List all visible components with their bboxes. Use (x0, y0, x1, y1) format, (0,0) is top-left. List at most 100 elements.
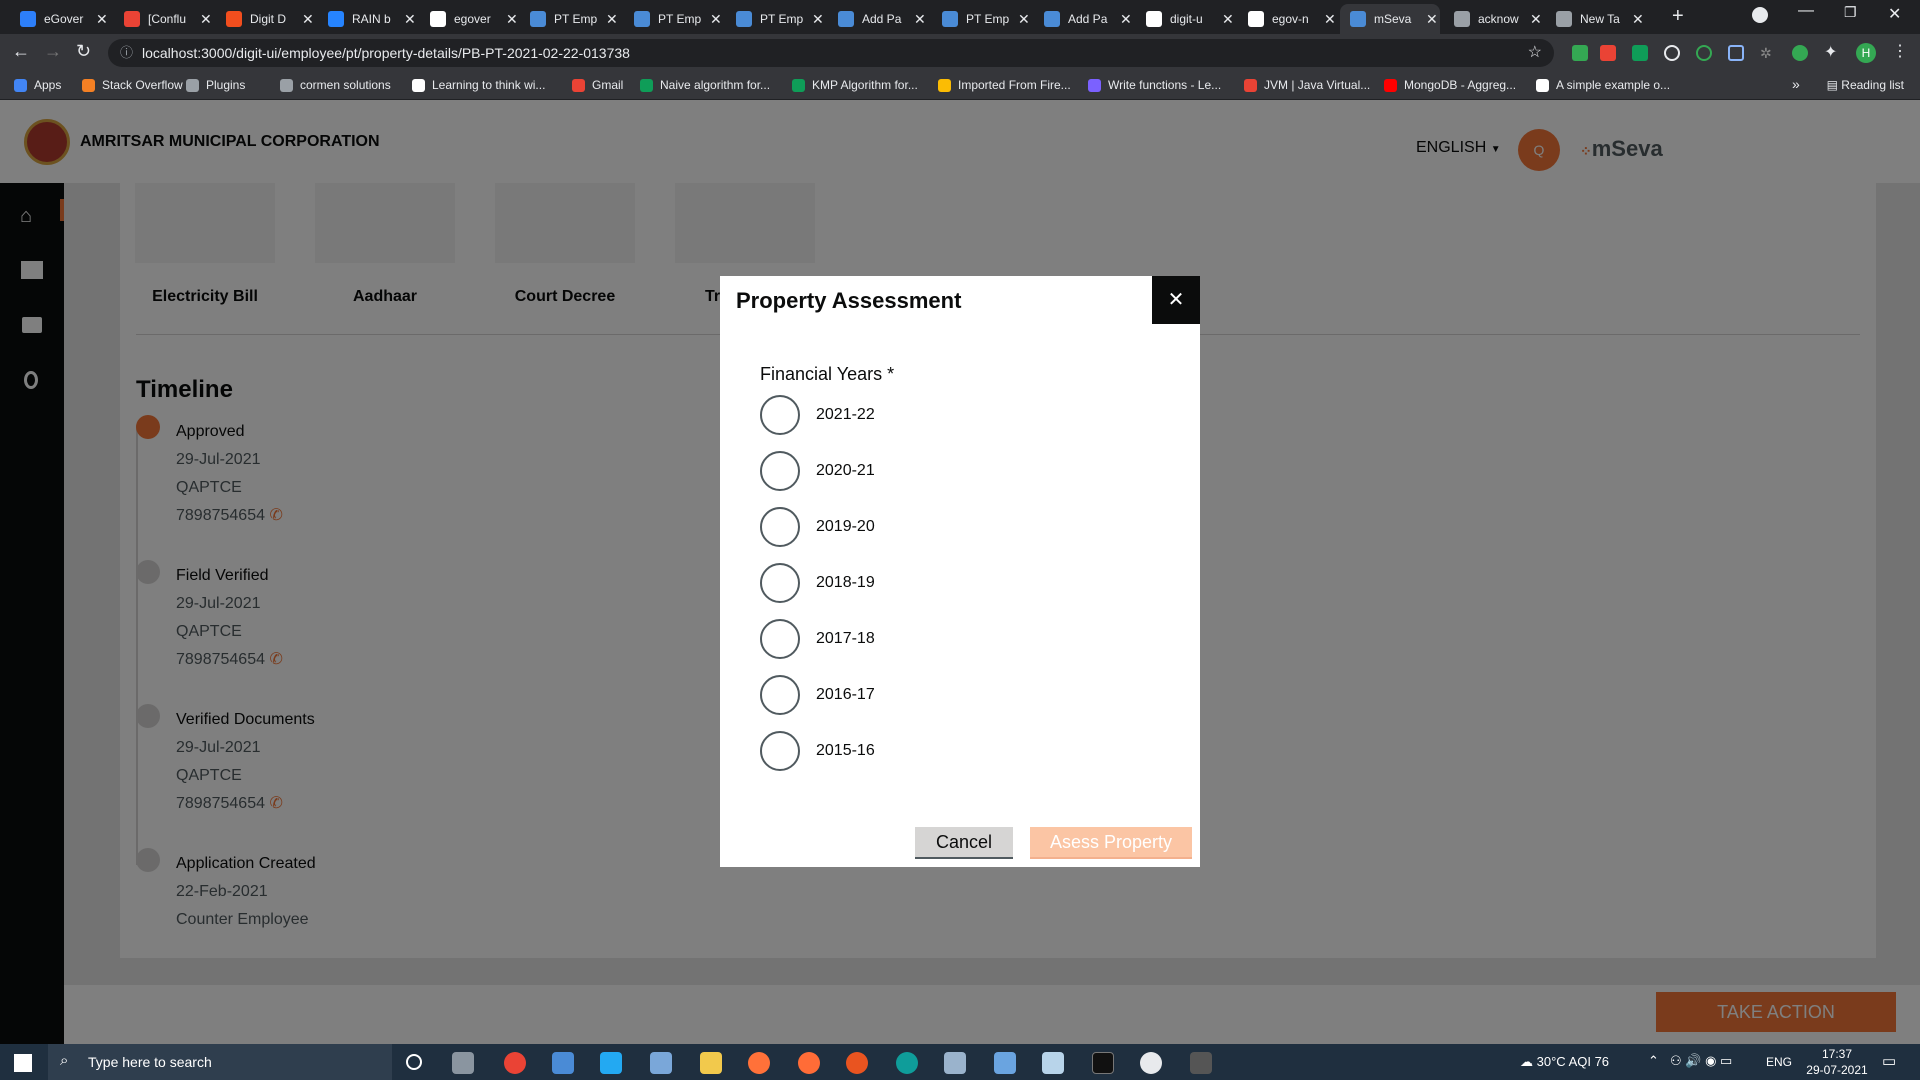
restore-icon[interactable]: ❐ (1844, 4, 1857, 21)
tray-icons[interactable]: ⚇ 🔊 ◉ ▭ (1670, 1053, 1732, 1069)
terminal-icon[interactable] (1092, 1052, 1114, 1074)
address-bar[interactable]: ⓘ localhost:3000/digit-ui/employee/pt/pr… (108, 39, 1554, 67)
extension-refresh-icon[interactable] (1664, 45, 1680, 61)
bookmark-item[interactable]: Imported From Fire... (938, 78, 1071, 92)
tab-close-icon[interactable]: ✕ (1120, 11, 1132, 28)
tab-close-icon[interactable]: ✕ (200, 11, 212, 28)
network-tool-icon[interactable] (650, 1052, 672, 1074)
tab-close-icon[interactable]: ✕ (1222, 11, 1234, 28)
radio-button[interactable] (760, 507, 800, 547)
assess-property-button[interactable]: Asess Property (1030, 827, 1192, 859)
bookmark-item[interactable]: KMP Algorithm for... (792, 78, 918, 92)
tab-close-icon[interactable]: ✕ (404, 11, 416, 28)
file-explorer-icon[interactable] (700, 1052, 722, 1074)
tab-close-icon[interactable]: ✕ (812, 11, 824, 28)
bookmark-star-icon[interactable]: ☆ (1528, 39, 1542, 67)
vscode-icon[interactable] (600, 1052, 622, 1074)
forward-icon[interactable]: → (44, 41, 62, 62)
modal-close-button[interactable]: ✕ (1152, 276, 1200, 324)
tab-close-icon[interactable]: ✕ (1530, 11, 1542, 28)
bookmark-item[interactable]: Stack Overflow (82, 78, 183, 92)
minimize-icon[interactable]: — (1798, 2, 1814, 20)
task-view-icon[interactable] (452, 1052, 474, 1074)
tab-close-icon[interactable]: ✕ (1426, 11, 1438, 28)
extension-green-icon[interactable] (1792, 45, 1808, 61)
tab-close-icon[interactable]: ✕ (302, 11, 314, 28)
dev-tool-icon[interactable] (994, 1052, 1016, 1074)
firefox-icon[interactable] (748, 1052, 770, 1074)
window-close-icon[interactable]: ✕ (1888, 4, 1901, 24)
extensions-puzzle-icon[interactable]: ✦ (1824, 42, 1837, 62)
bookmark-item[interactable]: Learning to think wi... (412, 78, 545, 92)
browser-tab[interactable]: New Ta ✕ (1546, 4, 1646, 34)
radio-button[interactable] (760, 619, 800, 659)
browser-tab[interactable]: digit-u ✕ (1136, 4, 1236, 34)
cortana-icon[interactable] (406, 1054, 422, 1070)
extension-capture-icon[interactable] (1728, 45, 1744, 61)
postman-icon[interactable] (798, 1052, 820, 1074)
tray-overflow-icon[interactable]: ⌃ (1648, 1053, 1659, 1069)
profile-avatar-icon[interactable]: H (1856, 43, 1876, 63)
browser-tab[interactable]: eGover ✕ (10, 4, 110, 34)
radio-option[interactable]: 2017-18 (760, 619, 875, 659)
radio-button[interactable] (760, 563, 800, 603)
browser-tab[interactable]: Add Pa ✕ (1034, 4, 1134, 34)
reading-list-link[interactable]: ▤ Reading list (1827, 78, 1904, 92)
bookmarks-overflow-icon[interactable]: » (1792, 76, 1800, 92)
extension-circle-icon[interactable] (1696, 45, 1712, 61)
radio-option[interactable]: 2018-19 (760, 563, 875, 603)
remote-desktop-icon[interactable] (944, 1052, 966, 1074)
browser-tab[interactable]: PT Emp ✕ (726, 4, 826, 34)
bookmark-item[interactable]: JVM | Java Virtual... (1244, 78, 1370, 92)
weather-widget[interactable]: ☁ 30°C AQI 76 (1520, 1054, 1609, 1070)
extension-red-icon[interactable] (1600, 45, 1616, 61)
new-tab-icon[interactable]: + (1672, 5, 1684, 28)
browser-tab[interactable]: egov-n ✕ (1238, 4, 1338, 34)
clock[interactable]: 17:37 29-07-2021 (1806, 1046, 1868, 1078)
radio-option[interactable]: 2015-16 (760, 731, 875, 771)
bookmark-item[interactable]: MongoDB - Aggreg... (1384, 78, 1516, 92)
slack-icon[interactable] (1140, 1052, 1162, 1074)
browser-tab[interactable]: Digit D ✕ (216, 4, 316, 34)
back-icon[interactable]: ← (12, 41, 30, 62)
radio-option[interactable]: 2021-22 (760, 395, 875, 435)
ubuntu-icon[interactable] (846, 1052, 868, 1074)
tab-close-icon[interactable]: ✕ (1324, 11, 1336, 28)
browser-tab[interactable]: acknow ✕ (1444, 4, 1544, 34)
extension-shield-icon[interactable] (1572, 45, 1588, 61)
browser-menu-icon[interactable]: ⋮ (1892, 41, 1908, 61)
browser-tab[interactable]: RAIN b ✕ (318, 4, 418, 34)
cancel-button[interactable]: Cancel (915, 827, 1013, 859)
bookmark-item[interactable]: A simple example o... (1536, 78, 1670, 92)
notifications-icon[interactable]: ▭ (1882, 1052, 1896, 1070)
browser-tab[interactable]: egover ✕ (420, 4, 520, 34)
notes-icon[interactable] (1042, 1052, 1064, 1074)
store-icon[interactable] (552, 1052, 574, 1074)
tab-close-icon[interactable]: ✕ (1632, 11, 1644, 28)
radio-button[interactable] (760, 731, 800, 771)
edge-icon[interactable] (896, 1052, 918, 1074)
tab-close-icon[interactable]: ✕ (710, 11, 722, 28)
browser-tab[interactable]: PT Emp ✕ (520, 4, 620, 34)
extension-sheets-icon[interactable] (1632, 45, 1648, 61)
bookmark-item[interactable]: Gmail (572, 78, 623, 92)
tab-search-icon[interactable] (1752, 7, 1768, 23)
radio-option[interactable]: 2016-17 (760, 675, 875, 715)
browser-tab[interactable]: mSeva ✕ (1340, 4, 1440, 34)
browser-tab[interactable]: Add Pa ✕ (828, 4, 928, 34)
chrome-icon[interactable] (504, 1052, 526, 1074)
tab-close-icon[interactable]: ✕ (1018, 11, 1030, 28)
bookmark-item[interactable]: Write functions - Le... (1088, 78, 1221, 92)
site-info-icon[interactable]: ⓘ (120, 39, 133, 67)
bookmark-item[interactable]: Apps (14, 78, 61, 92)
radio-option[interactable]: 2019-20 (760, 507, 875, 547)
bookmark-item[interactable]: Plugins (186, 78, 245, 92)
extension-gear-icon[interactable]: ✲ (1760, 45, 1776, 61)
radio-button[interactable] (760, 395, 800, 435)
input-language[interactable]: ENG (1766, 1055, 1792, 1069)
browser-tab[interactable]: PT Emp ✕ (932, 4, 1032, 34)
radio-option[interactable]: 2020-21 (760, 451, 875, 491)
bookmark-item[interactable]: Naive algorithm for... (640, 78, 770, 92)
tab-close-icon[interactable]: ✕ (96, 11, 108, 28)
tab-close-icon[interactable]: ✕ (914, 11, 926, 28)
